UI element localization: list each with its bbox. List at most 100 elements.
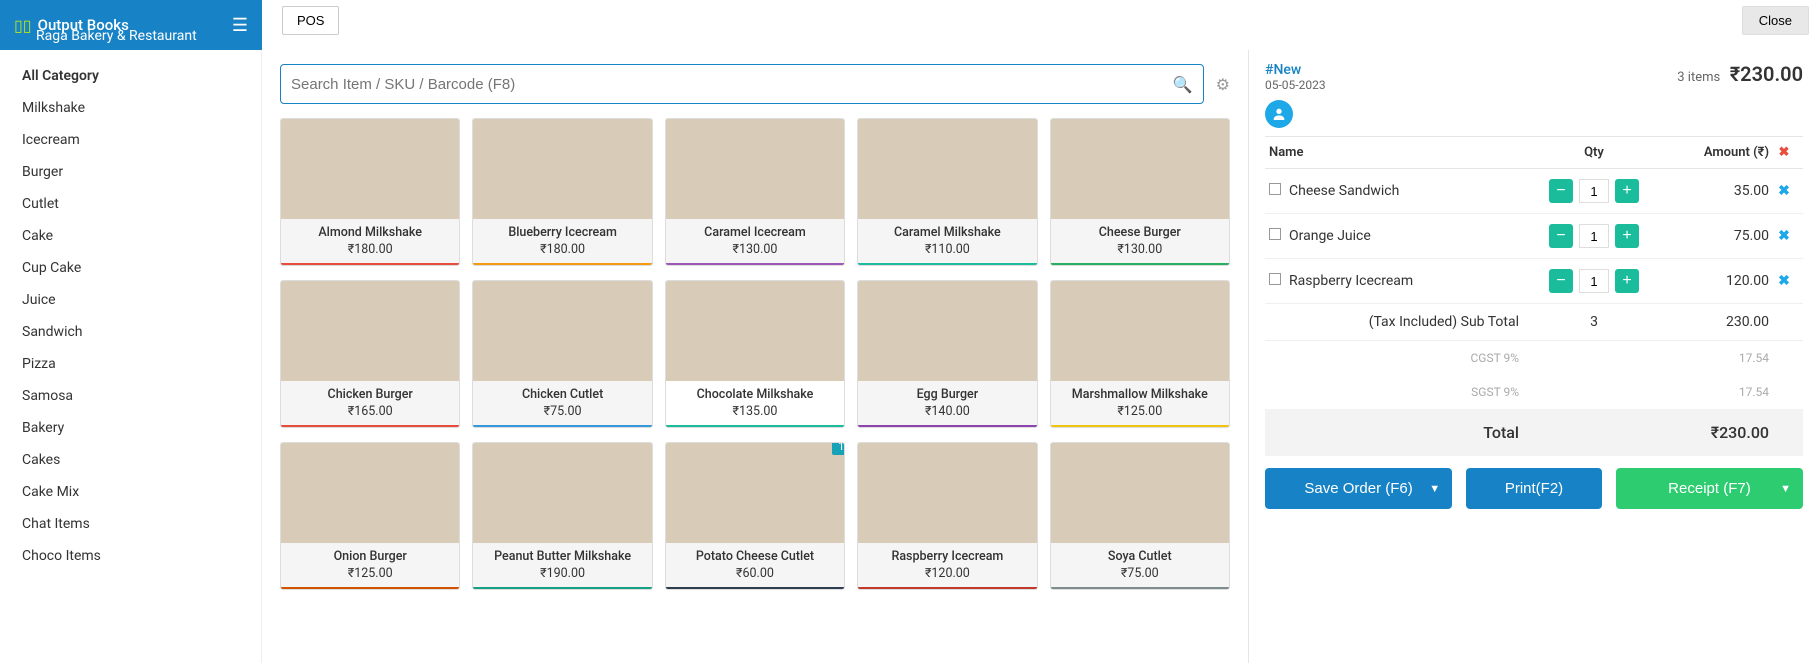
line-amount: 120.00 <box>1649 273 1769 289</box>
product-name: Almond Milkshake <box>281 219 459 242</box>
line-name: Cheese Sandwich <box>1289 183 1399 199</box>
qty-minus-button[interactable]: − <box>1549 224 1573 248</box>
category-item[interactable]: Icecream <box>0 124 261 156</box>
product-name: Potato Cheese Cutlet <box>666 543 844 566</box>
product-image <box>858 443 1036 543</box>
print-button[interactable]: Print(F2) <box>1466 468 1602 509</box>
qty-input[interactable] <box>1579 224 1609 248</box>
product-card[interactable]: 1 Potato Cheese Cutlet ₹60.00 <box>665 442 845 590</box>
product-card[interactable]: Chocolate Milkshake ₹135.00 <box>665 280 845 428</box>
remove-line-icon[interactable]: ✖ <box>1778 183 1790 199</box>
tax-amount: 17.54 <box>1649 385 1769 399</box>
category-item[interactable]: Chat Items <box>0 508 261 540</box>
category-item[interactable]: All Category <box>0 60 261 92</box>
product-price: ₹120.00 <box>858 566 1036 587</box>
category-item[interactable]: Cutlet <box>0 188 261 220</box>
veg-indicator-icon <box>1269 273 1281 285</box>
tax-row: CGST 9%17.54 <box>1265 341 1803 375</box>
product-card[interactable]: Cheese Burger ₹130.00 <box>1050 118 1230 266</box>
product-card[interactable]: Soya Cutlet ₹75.00 <box>1050 442 1230 590</box>
cart-line: Raspberry Icecream − + 120.00 ✖ <box>1265 259 1803 304</box>
settings-gear-icon[interactable]: ⚙ <box>1216 75 1230 94</box>
qty-input[interactable] <box>1579 269 1609 293</box>
category-item[interactable]: Burger <box>0 156 261 188</box>
product-name: Marshmallow Milkshake <box>1051 381 1229 404</box>
category-item[interactable]: Cake <box>0 220 261 252</box>
product-card[interactable]: Peanut Butter Milkshake ₹190.00 <box>472 442 652 590</box>
accent-bar <box>281 263 459 265</box>
col-amount: Amount (₹) <box>1649 145 1769 160</box>
receipt-label: Receipt (F7) <box>1668 480 1751 497</box>
qty-input[interactable] <box>1579 179 1609 203</box>
category-item[interactable]: Milkshake <box>0 92 261 124</box>
product-name: Raspberry Icecream <box>858 543 1036 566</box>
product-price: ₹75.00 <box>473 404 651 425</box>
accent-bar <box>1051 263 1229 265</box>
cart-line: Cheese Sandwich − + 35.00 ✖ <box>1265 169 1803 214</box>
accent-bar <box>281 587 459 589</box>
search-icon[interactable]: 🔍 <box>1173 75 1193 94</box>
qty-plus-button[interactable]: + <box>1615 179 1639 203</box>
product-card[interactable]: Marshmallow Milkshake ₹125.00 <box>1050 280 1230 428</box>
accent-bar <box>473 425 651 427</box>
grand-total: ₹230.00 <box>1730 62 1803 86</box>
accent-bar <box>281 425 459 427</box>
category-item[interactable]: Choco Items <box>0 540 261 572</box>
remove-line-icon[interactable]: ✖ <box>1778 228 1790 244</box>
product-image <box>1051 119 1229 219</box>
product-card[interactable]: Caramel Icecream ₹130.00 <box>665 118 845 266</box>
category-item[interactable]: Juice <box>0 284 261 316</box>
tax-label: SGST 9% <box>1269 385 1539 399</box>
accent-bar <box>473 587 651 589</box>
product-card[interactable]: Almond Milkshake ₹180.00 <box>280 118 460 266</box>
product-name: Chicken Burger <box>281 381 459 404</box>
category-item[interactable]: Pizza <box>0 348 261 380</box>
line-amount: 75.00 <box>1649 228 1769 244</box>
product-card[interactable]: Raspberry Icecream ₹120.00 <box>857 442 1037 590</box>
product-card[interactable]: Egg Burger ₹140.00 <box>857 280 1037 428</box>
veg-indicator-icon <box>1269 183 1281 195</box>
search-box[interactable]: 🔍 <box>280 64 1204 104</box>
customer-avatar-icon[interactable] <box>1265 100 1293 128</box>
category-item[interactable]: Sandwich <box>0 316 261 348</box>
product-name: Cheese Burger <box>1051 219 1229 242</box>
product-image <box>473 281 651 381</box>
menu-toggle-icon[interactable]: ☰ <box>232 15 248 36</box>
category-item[interactable]: Cup Cake <box>0 252 261 284</box>
search-input[interactable] <box>291 76 1173 93</box>
tax-row: SGST 9% 17.54 <box>1265 375 1803 409</box>
category-item[interactable]: Cake Mix <box>0 476 261 508</box>
clear-all-icon[interactable]: ✖ <box>1779 145 1790 160</box>
category-item[interactable]: Samosa <box>0 380 261 412</box>
product-card[interactable]: Chicken Burger ₹165.00 <box>280 280 460 428</box>
qty-plus-button[interactable]: + <box>1615 269 1639 293</box>
accent-bar <box>858 425 1036 427</box>
product-card[interactable]: Caramel Milkshake ₹110.00 <box>857 118 1037 266</box>
product-card[interactable]: Blueberry Icecream ₹180.00 <box>472 118 652 266</box>
product-image <box>666 443 844 543</box>
product-image <box>281 443 459 543</box>
chevron-down-icon: ▼ <box>1429 483 1440 495</box>
remove-line-icon[interactable]: ✖ <box>1778 273 1790 289</box>
company-name: Raga Bakery & Restaurant <box>36 28 197 44</box>
product-card[interactable]: Chicken Cutlet ₹75.00 <box>472 280 652 428</box>
product-image <box>281 281 459 381</box>
accent-bar <box>666 263 844 265</box>
items-count: 3 items <box>1677 70 1720 85</box>
category-item[interactable]: Cakes <box>0 444 261 476</box>
qty-plus-button[interactable]: + <box>1615 224 1639 248</box>
receipt-button[interactable]: Receipt (F7) ▼ <box>1616 468 1803 509</box>
line-name: Orange Juice <box>1289 228 1371 244</box>
close-button[interactable]: Close <box>1742 6 1809 35</box>
product-price: ₹140.00 <box>858 404 1036 425</box>
accent-bar <box>1051 425 1229 427</box>
save-order-button[interactable]: Save Order (F6) ▼ <box>1265 468 1452 509</box>
category-item[interactable]: Bakery <box>0 412 261 444</box>
pos-tab-button[interactable]: POS <box>282 6 339 35</box>
qty-minus-button[interactable]: − <box>1549 179 1573 203</box>
qty-minus-button[interactable]: − <box>1549 269 1573 293</box>
product-name: Egg Burger <box>858 381 1036 404</box>
qty-badge: 1 <box>832 442 845 455</box>
product-card[interactable]: Onion Burger ₹125.00 <box>280 442 460 590</box>
subtotal-qty: 3 <box>1539 314 1649 330</box>
